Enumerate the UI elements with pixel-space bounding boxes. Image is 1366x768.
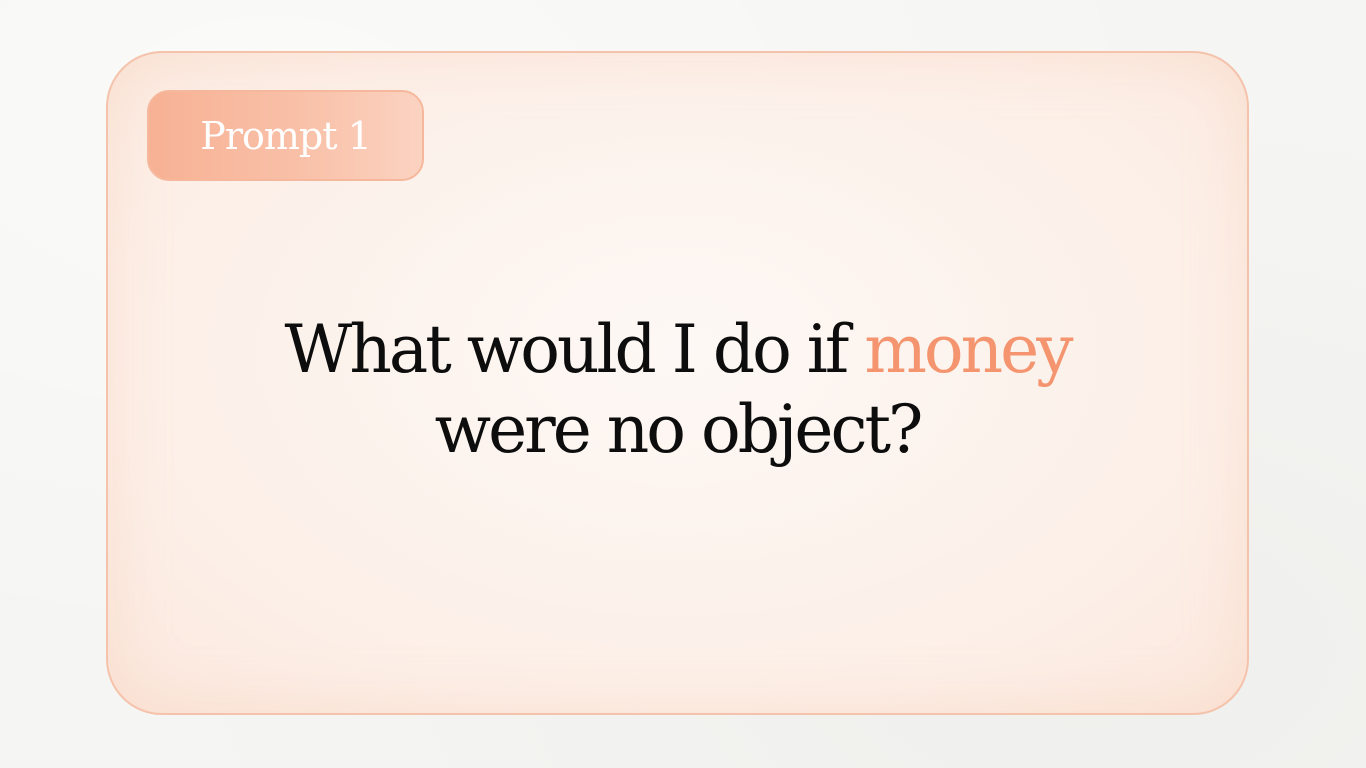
question-highlight-word: money	[864, 311, 1073, 388]
prompt-badge-label: Prompt 1	[200, 113, 371, 158]
question-text-part: What would I do if	[284, 311, 865, 388]
prompt-question: What would I do if money were no object?	[106, 310, 1249, 470]
question-text-line-2: were no object?	[434, 391, 924, 468]
prompt-badge: Prompt 1	[147, 90, 424, 181]
